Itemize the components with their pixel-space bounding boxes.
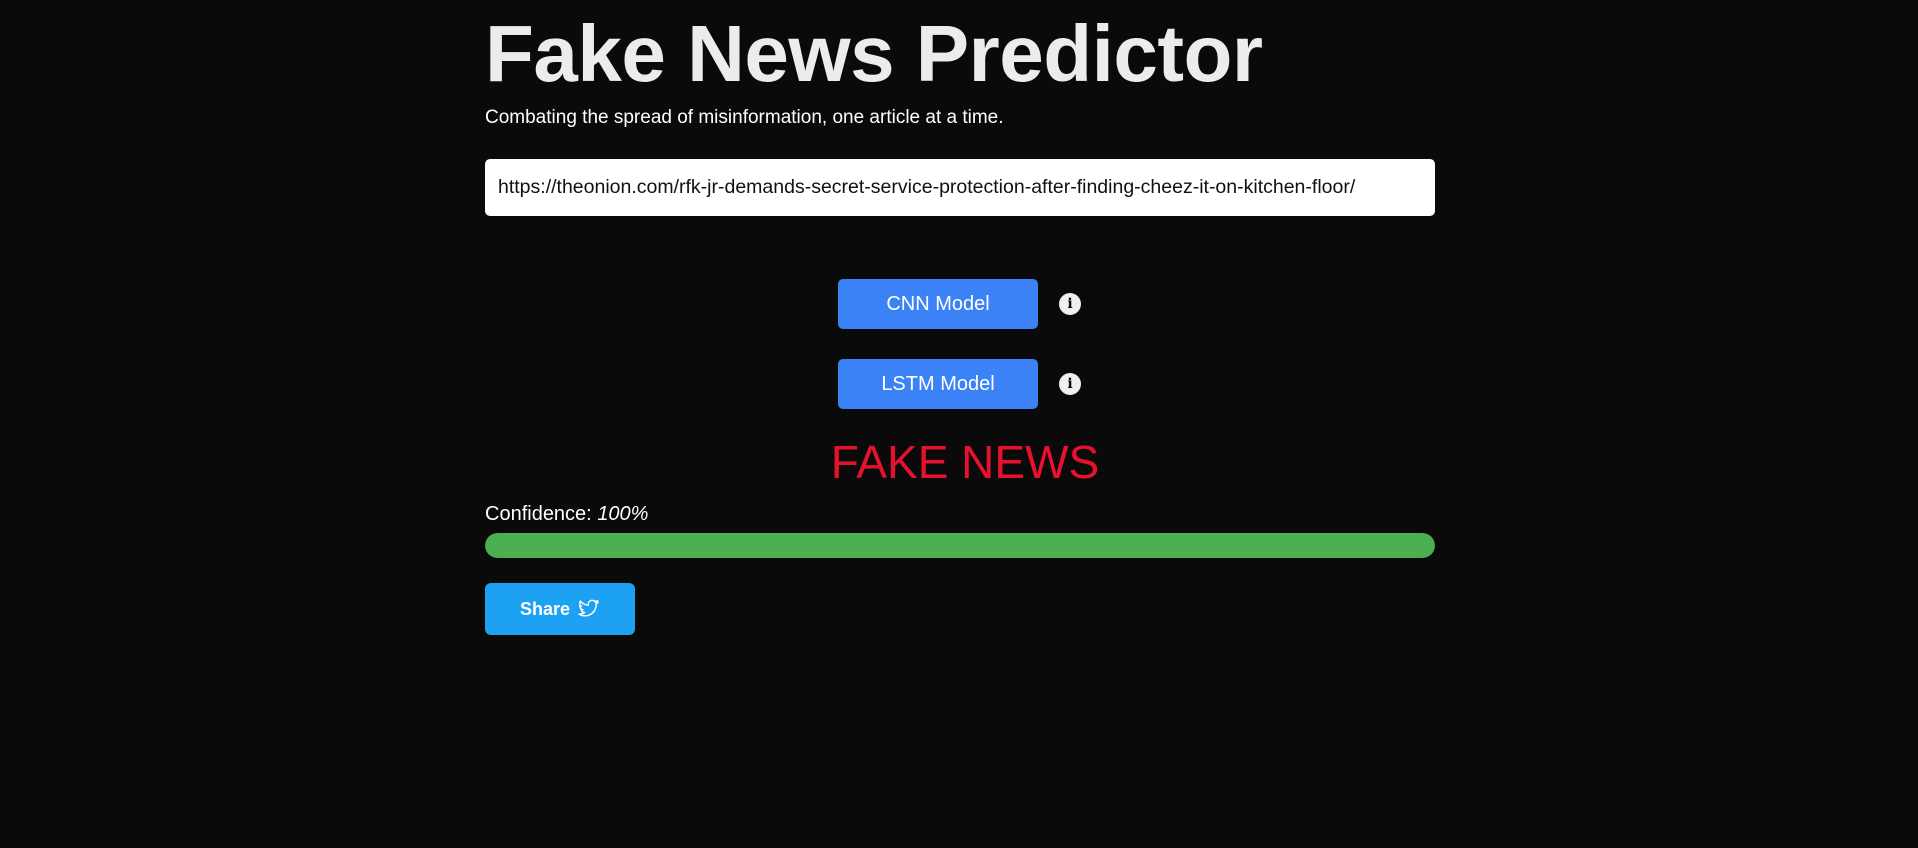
url-input[interactable] [485, 159, 1435, 216]
lstm-model-button[interactable]: LSTM Model [838, 359, 1038, 409]
cnn-model-row: CNN Model i [838, 279, 1081, 329]
confidence-bar [485, 533, 1435, 558]
share-button-label: Share [519, 598, 571, 619]
confidence-bar-fill [485, 533, 1435, 558]
model-buttons: CNN Model i LSTM Model i [485, 279, 1435, 409]
main-container: Fake News Predictor Combating the spread… [485, 0, 1435, 635]
info-icon[interactable]: i [1059, 373, 1081, 395]
prediction-result: FAKE NEWS [830, 436, 1100, 488]
page-title: Fake News Predictor [485, 9, 1263, 98]
confidence-value: 100% [597, 503, 649, 525]
page-subtitle: Combating the spread of misinformation, … [485, 107, 1004, 128]
confidence-row: Confidence: 100% [485, 502, 1435, 526]
info-icon[interactable]: i [1059, 293, 1081, 315]
cnn-model-button[interactable]: CNN Model [838, 279, 1038, 329]
lstm-model-row: LSTM Model i [838, 359, 1081, 409]
share-button[interactable]: Share [485, 583, 635, 635]
twitter-icon [578, 599, 600, 619]
confidence-label: Confidence: [485, 503, 592, 525]
